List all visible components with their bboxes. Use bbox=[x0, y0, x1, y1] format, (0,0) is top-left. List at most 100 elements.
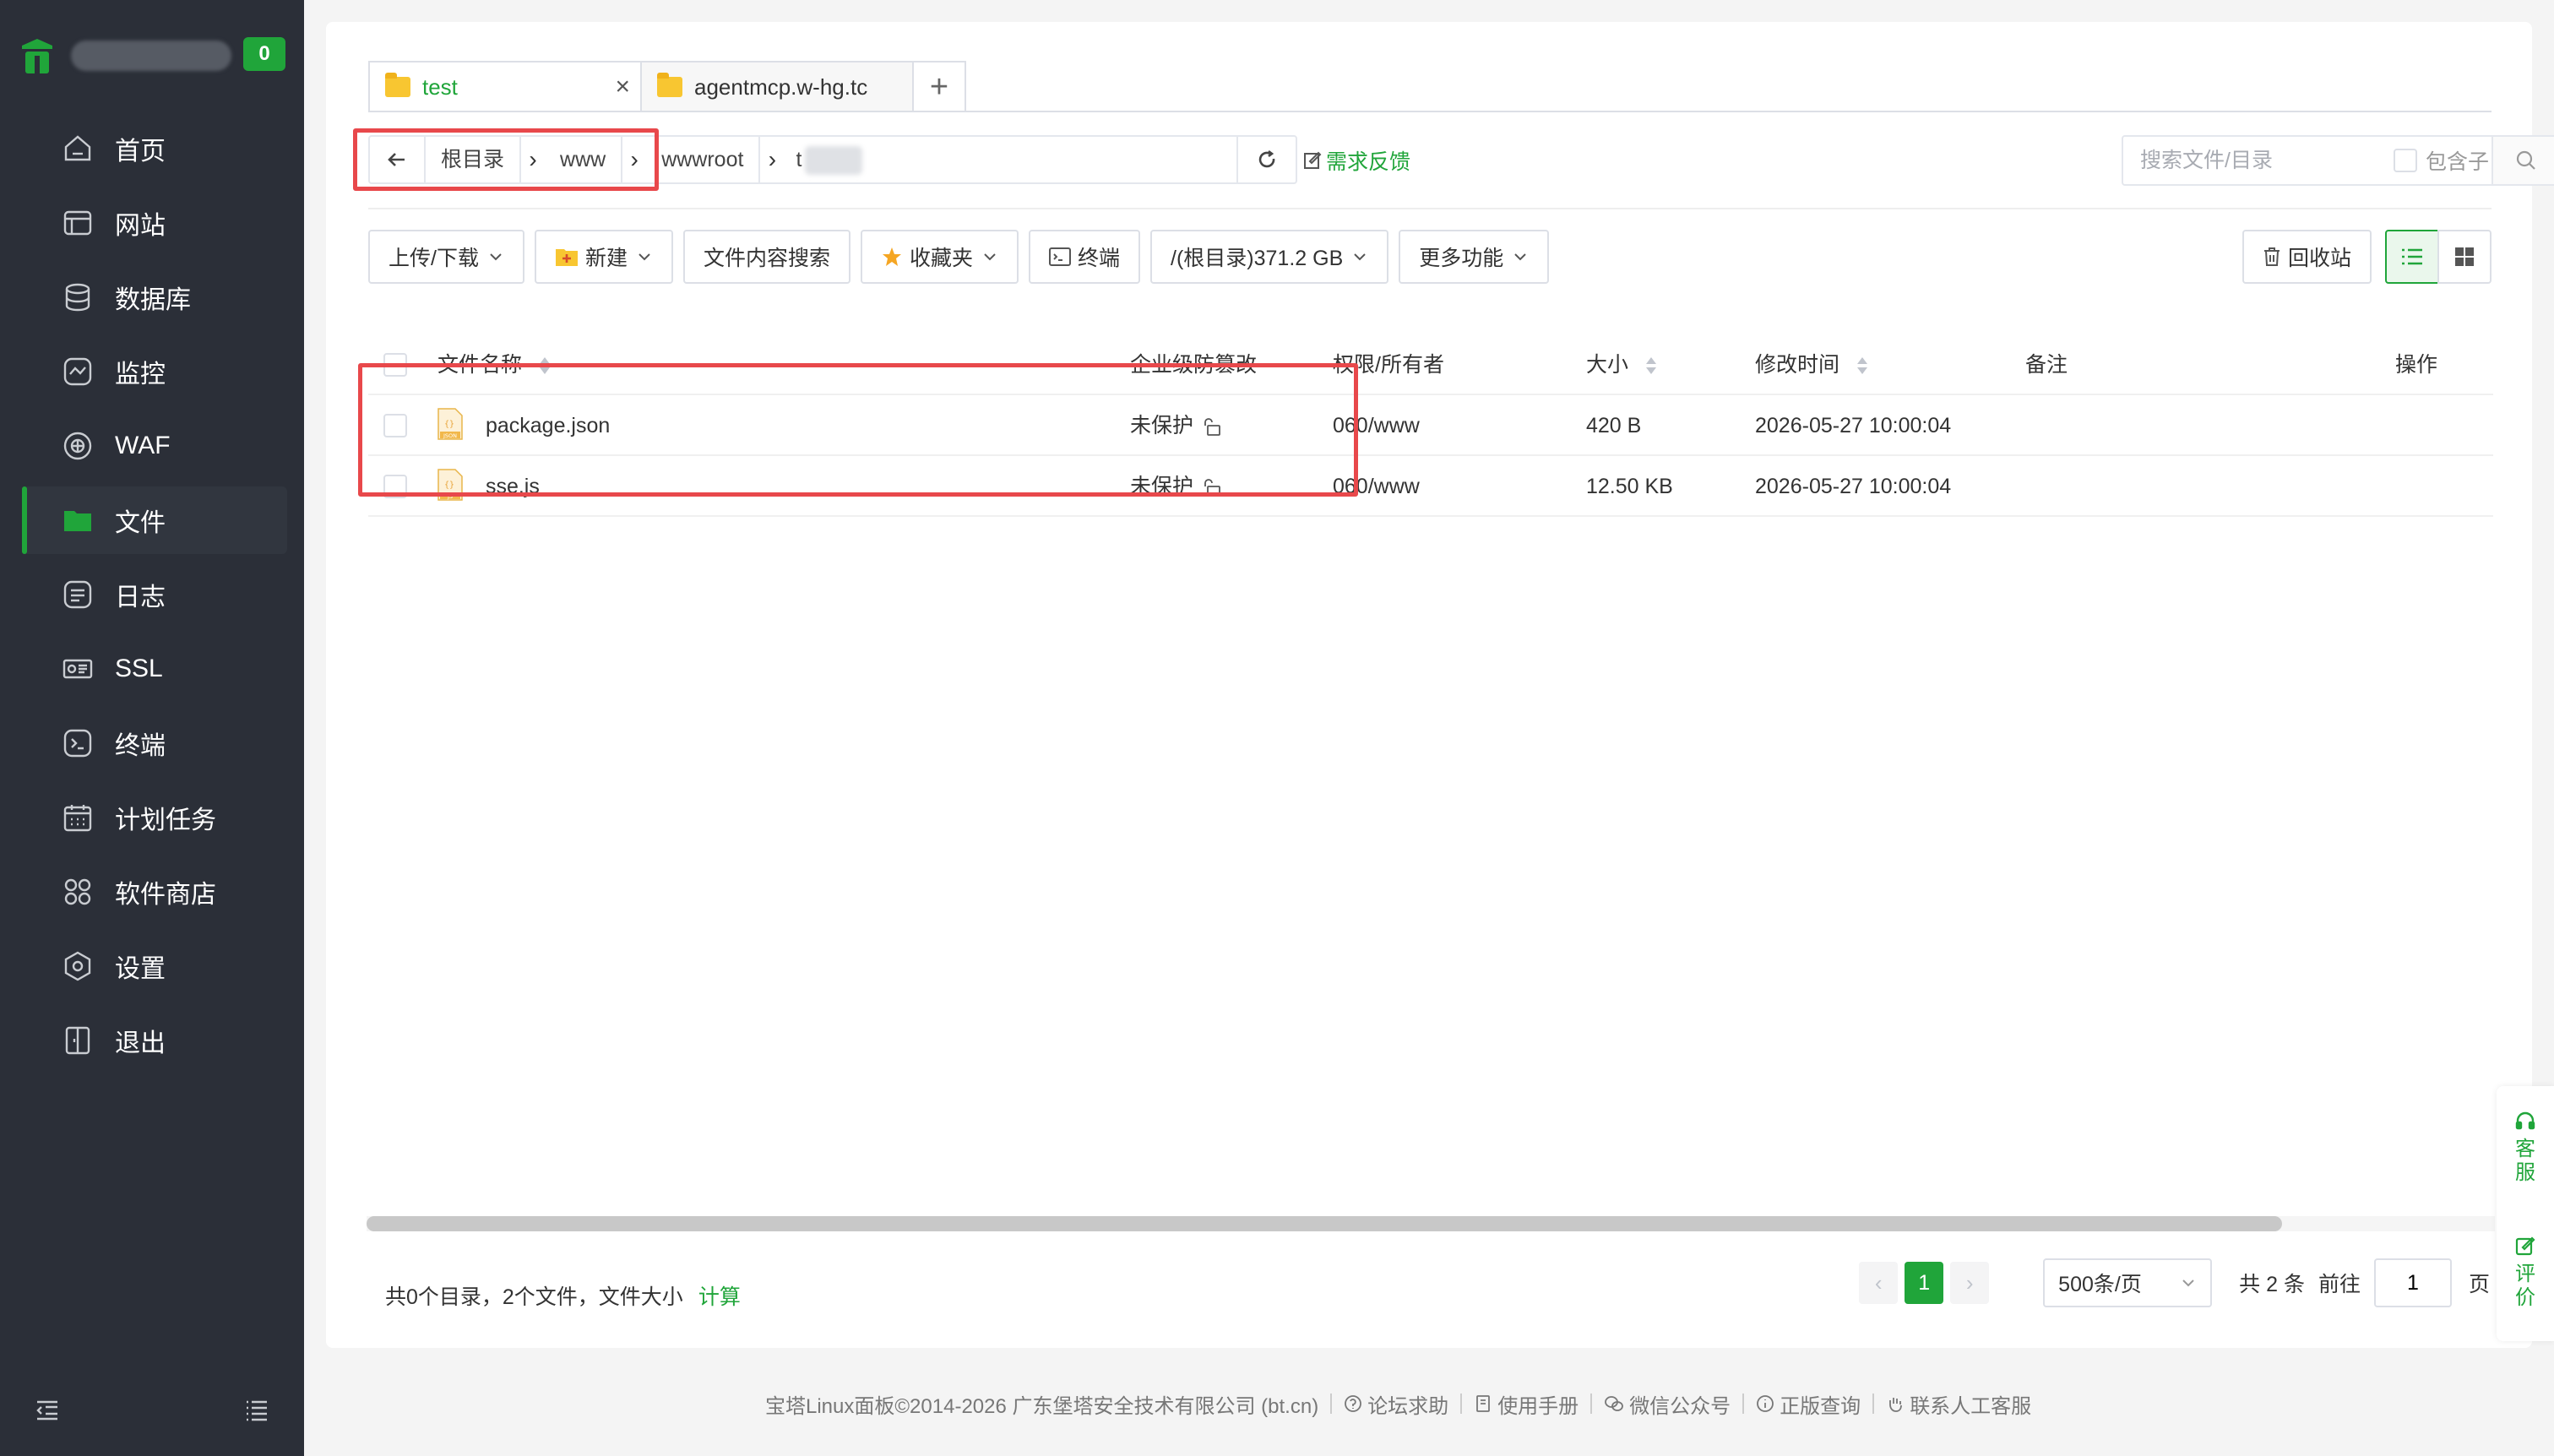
path-bar[interactable]: 根目录 › www › wwwroot › t bbox=[368, 135, 1297, 184]
tab-agentmcp[interactable]: agentmcp.w-hg.tc bbox=[640, 61, 914, 111]
select-all-checkbox[interactable] bbox=[383, 353, 407, 377]
menu-list-icon[interactable] bbox=[243, 1397, 270, 1424]
breadcrumb-current[interactable]: t bbox=[784, 137, 871, 182]
file-manager-panel: test × agentmcp.w-hg.tc + 根目录 › www › ww… bbox=[326, 22, 2554, 1348]
breadcrumb-wwwroot[interactable]: wwwroot bbox=[646, 137, 761, 182]
divider bbox=[1460, 1394, 1463, 1414]
file-name[interactable]: package.json bbox=[486, 414, 610, 437]
recycle-bin-button[interactable]: 回收站 bbox=[2242, 230, 2372, 284]
sidebar-item-label: 计划任务 bbox=[115, 807, 216, 834]
sidebar-item-waf[interactable]: WAF bbox=[22, 412, 287, 480]
feedback-link[interactable]: 需求反馈 bbox=[1302, 145, 1410, 176]
sidebar-item-logout[interactable]: 退出 bbox=[22, 1007, 287, 1074]
footer-link-label: 正版查询 bbox=[1780, 1394, 1861, 1418]
perm-cell[interactable]: 060/www bbox=[1333, 395, 1420, 456]
col-size-header[interactable]: 大小 bbox=[1586, 334, 1658, 395]
more-functions-button[interactable]: 更多功能 bbox=[1399, 230, 1550, 284]
file-name[interactable]: sse.js bbox=[486, 475, 540, 498]
tab-test[interactable]: test × bbox=[368, 61, 642, 111]
list-view-button[interactable] bbox=[2385, 230, 2439, 284]
sidebar-item-logs[interactable]: 日志 bbox=[22, 561, 287, 628]
disk-select-button[interactable]: /(根目录)371.2 GB bbox=[1150, 230, 1389, 284]
svg-text:{}: {} bbox=[444, 420, 454, 429]
breadcrumb-www[interactable]: www bbox=[545, 137, 623, 182]
grid-view-button[interactable] bbox=[2437, 230, 2492, 284]
footer-link-manual[interactable]: 使用手册 bbox=[1474, 1389, 1579, 1419]
sort-icon[interactable] bbox=[1856, 356, 1869, 376]
alert-count-badge[interactable]: 0 bbox=[243, 37, 285, 71]
chevron-down-icon bbox=[638, 253, 650, 261]
col-note-header: 备注 bbox=[2025, 353, 2068, 377]
sidebar-item-files[interactable]: 文件 bbox=[22, 486, 287, 554]
sort-icon[interactable] bbox=[1644, 356, 1658, 376]
divider bbox=[1330, 1394, 1333, 1414]
prev-page-button[interactable]: ‹ bbox=[1859, 1262, 1899, 1304]
horizontal-scrollbar-thumb[interactable] bbox=[367, 1216, 2282, 1231]
page-size-select[interactable]: 500条/页 bbox=[2043, 1258, 2213, 1307]
next-page-button[interactable]: › bbox=[1950, 1262, 1990, 1304]
checkbox[interactable] bbox=[2394, 149, 2417, 172]
perm-cell[interactable]: 060/www bbox=[1333, 456, 1420, 517]
protect-status-cell[interactable]: 未保护 bbox=[1130, 456, 1223, 517]
hand-icon bbox=[1889, 1398, 1903, 1412]
sidebar-item-label: 退出 bbox=[115, 1030, 166, 1057]
size-cell: 12.50 KB bbox=[1586, 475, 1673, 498]
back-button[interactable] bbox=[370, 137, 426, 182]
review-char-1: 评 bbox=[2515, 1263, 2535, 1285]
sidebar-item-label: 日志 bbox=[115, 584, 166, 611]
sidebar-item-home[interactable]: 首页 bbox=[22, 115, 287, 182]
customer-service-button[interactable]: 客 服 bbox=[2497, 1110, 2554, 1185]
footer-link-support[interactable]: 联系人工客服 bbox=[1886, 1389, 2031, 1419]
search-input[interactable] bbox=[2123, 148, 2394, 173]
new-button[interactable]: 新建 bbox=[534, 230, 673, 284]
json-file-icon: {} JSON bbox=[437, 408, 463, 441]
terminal-button[interactable]: 终端 bbox=[1029, 230, 1141, 284]
goto-page-input[interactable] bbox=[2373, 1258, 2452, 1307]
help-circle-icon bbox=[1345, 1395, 1362, 1412]
sidebar-item-terminal[interactable]: 终端 bbox=[22, 709, 287, 777]
review-button[interactable]: 评 价 bbox=[2497, 1235, 2554, 1310]
breadcrumb-root[interactable]: 根目录 bbox=[426, 137, 522, 182]
waf-shield-icon bbox=[61, 429, 95, 463]
sidebar-item-ssl[interactable]: SSL bbox=[22, 635, 287, 703]
page-number-current[interactable]: 1 bbox=[1905, 1262, 1944, 1304]
footer-link-forum[interactable]: 论坛求助 bbox=[1344, 1389, 1448, 1419]
table-header: 文件名称 企业级防篡改 权限/所有者 大小 修改时间 备注 操作 bbox=[368, 334, 2493, 395]
calculate-size-link[interactable]: 计算 bbox=[698, 1285, 741, 1309]
col-size-label: 大小 bbox=[1586, 353, 1629, 377]
favorites-button[interactable]: 收藏夹 bbox=[860, 230, 1019, 284]
table-row[interactable]: {} JSON package.json 未保护 060/www 420 B 20… bbox=[368, 395, 2493, 456]
sidebar-item-app-store[interactable]: 软件商店 bbox=[22, 858, 287, 926]
close-icon[interactable]: × bbox=[615, 74, 630, 100]
chevron-right-icon: › bbox=[529, 146, 537, 172]
terminal-icon bbox=[1049, 247, 1071, 266]
protect-status-cell[interactable]: 未保护 bbox=[1130, 395, 1223, 456]
sidebar-item-database[interactable]: 数据库 bbox=[22, 263, 287, 331]
terminal-label: 终端 bbox=[1078, 247, 1121, 270]
sort-icon[interactable] bbox=[538, 356, 552, 376]
col-name-header[interactable]: 文件名称 bbox=[437, 334, 552, 395]
file-name-cell[interactable]: {} JS sse.js bbox=[437, 456, 540, 517]
sidebar-item-monitor[interactable]: 监控 bbox=[22, 338, 287, 405]
content-search-button[interactable]: 文件内容搜索 bbox=[682, 230, 850, 284]
col-mtime-header[interactable]: 修改时间 bbox=[1755, 334, 1869, 395]
folder-icon bbox=[385, 73, 410, 97]
add-tab-button[interactable]: + bbox=[912, 61, 966, 111]
sidebar-item-website[interactable]: 网站 bbox=[22, 189, 287, 257]
row-checkbox[interactable] bbox=[383, 475, 407, 498]
file-name-cell[interactable]: {} JSON package.json bbox=[437, 395, 610, 456]
sidebar-item-cron[interactable]: 计划任务 bbox=[22, 784, 287, 851]
view-tools: 回收站 bbox=[2242, 230, 2492, 284]
footer-link-wechat[interactable]: 微信公众号 bbox=[1604, 1389, 1731, 1419]
search-button[interactable] bbox=[2492, 137, 2554, 184]
row-checkbox[interactable] bbox=[383, 414, 407, 437]
row-select-cell bbox=[383, 395, 407, 456]
collapse-sidebar-icon[interactable] bbox=[34, 1397, 61, 1424]
upload-download-button[interactable]: 上传/下载 bbox=[368, 230, 524, 284]
website-icon bbox=[61, 206, 95, 240]
table-row[interactable]: {} JS sse.js 未保护 060/www 12.50 KB 2026-05… bbox=[368, 456, 2493, 517]
sidebar-item-settings[interactable]: 设置 bbox=[22, 932, 287, 1000]
page-footer: 宝塔Linux面板©2014-2026 广东堡塔安全技术有限公司 (bt.cn)… bbox=[765, 1388, 2031, 1419]
refresh-button[interactable] bbox=[1236, 137, 1296, 182]
footer-link-verify[interactable]: 正版查询 bbox=[1756, 1389, 1861, 1419]
